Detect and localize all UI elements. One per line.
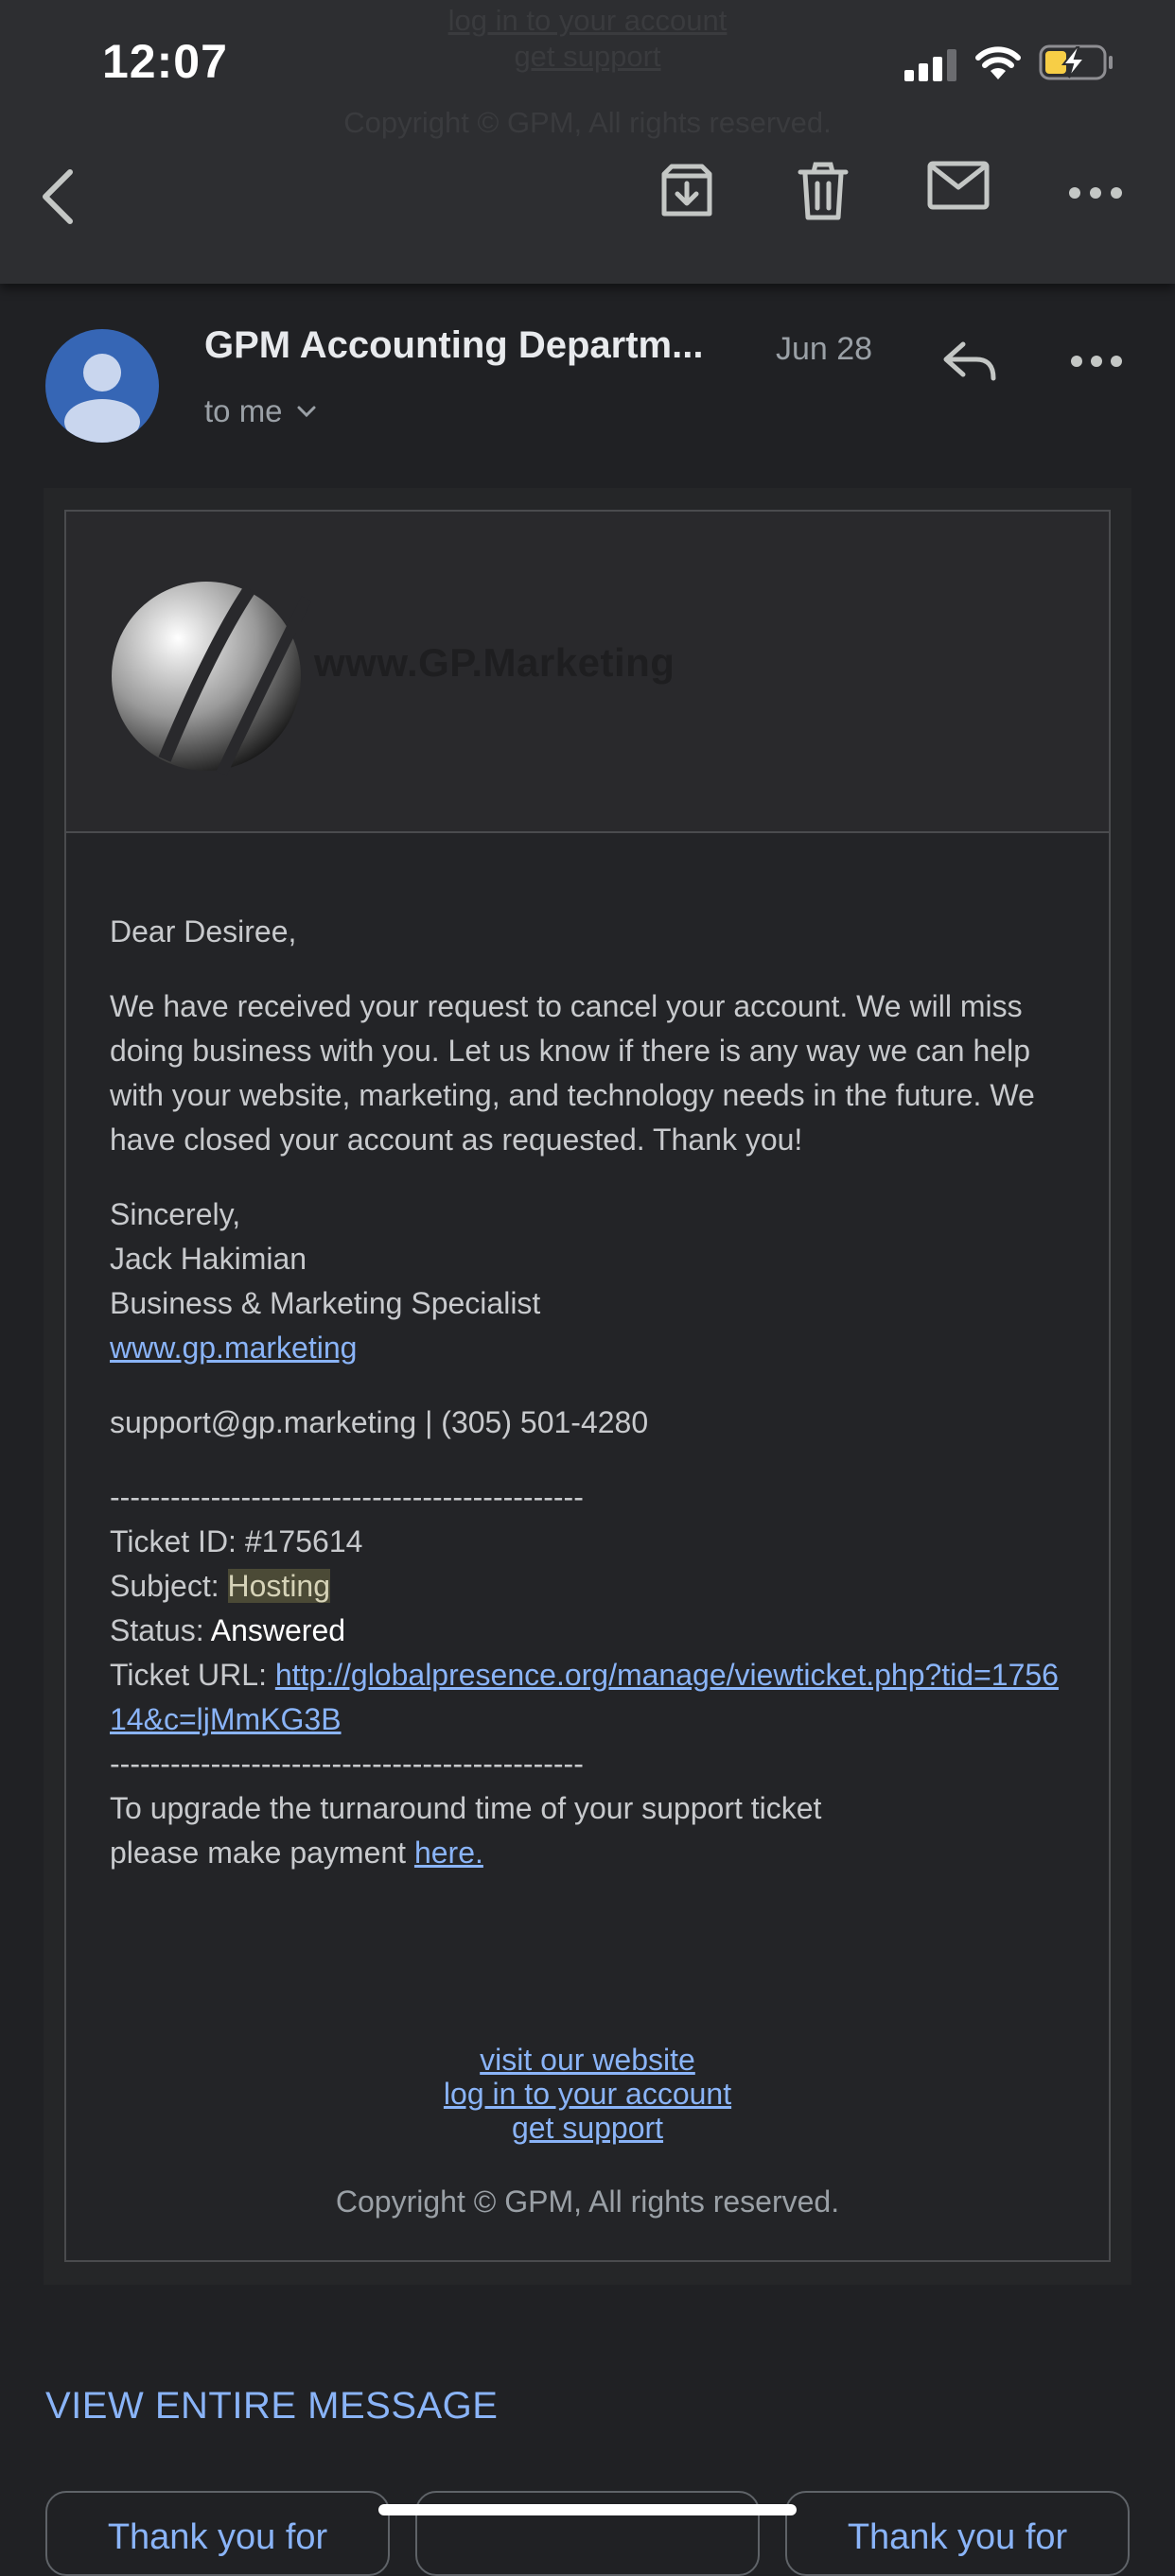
status-time: 12:07 xyxy=(102,35,228,88)
subject-label: Subject: xyxy=(110,1569,228,1603)
email-header: www.GP.Marketing xyxy=(66,512,1109,833)
cellular-signal-icon xyxy=(904,49,956,81)
mail-icon xyxy=(927,161,990,210)
status-label: Status: xyxy=(110,1613,211,1647)
login-account-link[interactable]: log in to your account xyxy=(444,2077,731,2111)
ghost-footer-link: log in to your account xyxy=(447,4,728,37)
status-value: Answered xyxy=(210,1613,346,1647)
sender-avatar[interactable] xyxy=(45,329,159,443)
ticket-subject: Subject: Hosting xyxy=(110,1564,1065,1609)
ghost-copyright: Copyright © GPM, All rights reserved. xyxy=(343,106,832,139)
upgrade-line-1: To upgrade the turnaround time of your s… xyxy=(110,1791,822,1825)
recipients-label: to me xyxy=(204,393,283,428)
email-footer-links: visit our website log in to your account… xyxy=(0,2043,1175,2145)
ticket-url: Ticket URL: http://globalpresence.org/ma… xyxy=(110,1653,1065,1742)
signer-name: Jack Hakimian xyxy=(110,1242,307,1276)
email-body: Dear Desiree, We have received your requ… xyxy=(110,910,1065,1875)
home-indicator xyxy=(378,2504,797,2515)
more-options-button[interactable] xyxy=(1067,185,1124,200)
more-horizontal-icon xyxy=(1071,356,1122,367)
subject-value: Hosting xyxy=(227,1569,331,1603)
person-icon xyxy=(64,354,140,443)
recipients-toggle[interactable]: to me xyxy=(204,393,317,429)
battery-charging-icon xyxy=(1039,44,1113,80)
get-support-link[interactable]: get support xyxy=(512,2111,663,2145)
body-paragraph: We have received your request to cancel … xyxy=(110,989,1035,1157)
trash-icon xyxy=(798,162,849,220)
archive-icon xyxy=(661,164,712,217)
signature: Sincerely, Jack Hakimian Business & Mark… xyxy=(110,1192,1065,1370)
upgrade-line-2: please make payment here. xyxy=(110,1831,1065,1875)
message-more-button[interactable] xyxy=(1069,354,1124,374)
chevron-down-icon xyxy=(297,406,316,418)
email-copyright: Copyright © GPM, All rights reserved. xyxy=(335,2184,840,2219)
ticket-url-label: Ticket URL: xyxy=(110,1658,275,1692)
divider: ----------------------------------------… xyxy=(110,1480,584,1514)
smart-reply-chip[interactable]: Thank you for xyxy=(785,2491,1130,2576)
signer-title: Business & Marketing Specialist xyxy=(110,1286,541,1320)
archive-button[interactable] xyxy=(657,161,717,221)
contact-info: support@gp.marketing | (305) 501-4280 xyxy=(110,1405,649,1439)
logo-text: www.GP.Marketing xyxy=(314,640,675,685)
signer-website-link[interactable]: www.gp.marketing xyxy=(110,1331,357,1365)
ticket-status: Status: Answered xyxy=(110,1609,1065,1653)
ticket-details: ----------------------------------------… xyxy=(110,1475,1065,1875)
upgrade-text: please make payment xyxy=(110,1836,414,1870)
reply-icon xyxy=(943,341,996,381)
ticket-id: Ticket ID: #175614 xyxy=(110,1524,363,1558)
chevron-left-icon xyxy=(43,169,73,224)
greeting: Dear Desiree, xyxy=(110,914,297,949)
gpm-logo-icon xyxy=(112,582,312,776)
closing: Sincerely, xyxy=(110,1197,241,1231)
wifi-icon xyxy=(975,46,1021,79)
sender-name[interactable]: GPM Accounting Departm... xyxy=(204,324,703,367)
smart-reply-bar: Thank you for Thank you for xyxy=(0,2491,1175,2576)
delete-button[interactable] xyxy=(795,161,851,221)
more-horizontal-icon xyxy=(1069,187,1122,199)
divider: ----------------------------------------… xyxy=(110,1747,584,1781)
back-button[interactable] xyxy=(36,166,81,227)
smart-reply-chip[interactable]: Thank you for xyxy=(45,2491,390,2576)
app-bar: log in to your account get support Copyr… xyxy=(0,0,1175,284)
reply-button[interactable] xyxy=(942,340,997,389)
visit-website-link[interactable]: visit our website xyxy=(480,2043,695,2077)
mark-unread-button[interactable] xyxy=(927,161,990,210)
view-entire-message-link[interactable]: VIEW ENTIRE MESSAGE xyxy=(45,2385,498,2428)
payment-link[interactable]: here. xyxy=(414,1836,483,1870)
message-date: Jun 28 xyxy=(776,331,873,367)
